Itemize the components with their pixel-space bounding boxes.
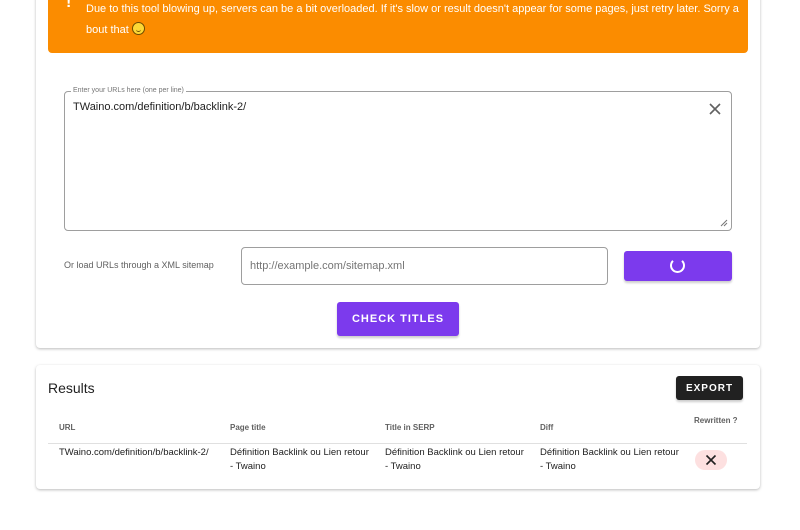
export-button[interactable]: EXPORT [676, 376, 743, 400]
column-header-serp-title[interactable]: Title in SERP [385, 422, 435, 434]
cell-page-title: Définition Backlink ou Lien retour - Twa… [230, 447, 369, 472]
cell-url: TWaino.com/definition/b/backlink-2/ [59, 447, 209, 458]
close-icon[interactable] [708, 102, 722, 116]
sitemap-url-input[interactable] [241, 247, 608, 285]
table-header-divider [48, 443, 747, 444]
smiling-face-emoji-icon [131, 22, 145, 35]
urls-textarea-label: Enter your URLs here (one per line) [71, 86, 186, 96]
alert-message: Due to this tool blowing up, servers can… [86, 3, 739, 36]
resize-grip-icon[interactable] [720, 219, 728, 227]
warning-alert: ! Due to this tool blowing up, servers c… [48, 0, 748, 53]
loading-spinner-icon [670, 258, 685, 273]
urls-textarea-value[interactable]: TWaino.com/definition/b/backlink-2/ [73, 101, 246, 113]
results-title: Results [48, 380, 95, 396]
column-header-url[interactable]: URL [59, 422, 75, 434]
column-header-rewritten[interactable]: Rewritten ? [694, 415, 738, 427]
load-sitemap-button[interactable] [624, 251, 732, 281]
cell-serp-title: Définition Backlink ou Lien retour - Twa… [385, 447, 524, 472]
sitemap-label: Or load URLs through a XML sitemap [64, 260, 214, 270]
urls-textarea[interactable]: Enter your URLs here (one per line) TWai… [64, 86, 732, 231]
column-header-page-title[interactable]: Page title [230, 422, 266, 434]
alert-message-wrap: Due to this tool blowing up, servers can… [86, 0, 741, 41]
results-card: Results EXPORT URL Page title Title in S… [36, 365, 760, 489]
column-header-diff[interactable]: Diff [540, 422, 553, 434]
close-icon [705, 454, 717, 466]
exclamation-icon: ! [66, 0, 72, 11]
check-titles-button[interactable]: CHECK TITLES [337, 302, 459, 336]
rewritten-status-chip [695, 450, 727, 470]
cell-diff: Définition Backlink ou Lien retour - Twa… [540, 447, 679, 472]
